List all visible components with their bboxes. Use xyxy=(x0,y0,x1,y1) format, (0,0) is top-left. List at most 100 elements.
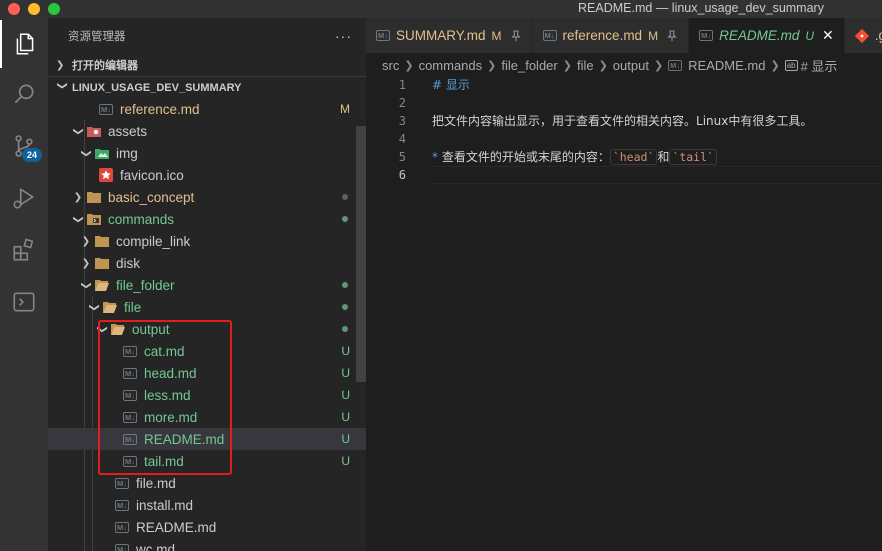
tree-item-file[interactable]: ❯ file xyxy=(48,296,366,318)
editor-line: 6 xyxy=(366,166,882,184)
editor-line: 5 * 查看文件的开始或末尾的内容： `head` 和 `tail` xyxy=(366,148,882,166)
close-tab-icon[interactable]: ✕ xyxy=(822,27,834,44)
tree-item-file-folder[interactable]: ❯ file_folder xyxy=(48,274,366,296)
git-status-badge: U xyxy=(341,410,350,424)
git-status-badge: U xyxy=(341,366,350,380)
line-number: 1 xyxy=(398,78,406,92)
explorer-icon[interactable] xyxy=(0,20,48,68)
commands-folder-icon xyxy=(86,212,102,226)
run-debug-icon[interactable] xyxy=(0,174,48,222)
line-number: 4 xyxy=(398,132,406,146)
source-control-badge: 24 xyxy=(22,148,42,162)
folder-icon xyxy=(86,190,102,204)
editor-line: 3 把文件内容输出显示，用于查看文件的相关内容。Linux中有很多工具。 xyxy=(366,112,882,130)
tab-readme-md[interactable]: M↓ README.md U ✕ xyxy=(689,18,845,53)
editor-area[interactable]: 1 # 显示 2 3 把文件内容输出显示，用于查看文件的相关内容。Linux中有… xyxy=(366,76,882,551)
line-number: 5 xyxy=(398,150,406,164)
breadcrumb-item[interactable]: src xyxy=(382,58,399,73)
untracked-dot xyxy=(342,282,348,288)
tree-item-file-md[interactable]: M↓ file.md xyxy=(48,472,366,494)
chevron-right-icon: ❯ xyxy=(404,59,414,72)
git-status-badge: U xyxy=(805,28,815,43)
markdown-list-item: * 查看文件的开始或末尾的内容： `head` 和 `tail` xyxy=(432,148,717,166)
chevron-right-icon: ❯ xyxy=(562,59,572,72)
tree-item-commands[interactable]: ❯ commands xyxy=(48,208,366,230)
chevron-down-icon: ❯ xyxy=(80,280,92,290)
chevron-right-icon: ❯ xyxy=(487,59,497,72)
untracked-dot xyxy=(342,216,348,222)
explorer-header: 资源管理器 ··· xyxy=(48,18,366,54)
window-title: README.md — linux_usage_dev_summary xyxy=(578,1,824,15)
image-folder-icon xyxy=(94,146,110,160)
tree-item-basic-concept[interactable]: ❯ basic_concept xyxy=(48,186,366,208)
line-number: 2 xyxy=(398,96,406,110)
source-control-icon[interactable]: 24 xyxy=(0,122,48,170)
line-number: 6 xyxy=(398,168,406,182)
git-status-badge: M xyxy=(340,102,350,116)
tab-summary-md[interactable]: M↓ SUMMARY.md M xyxy=(366,18,533,53)
terminal-icon[interactable] xyxy=(0,278,48,326)
git-status-badge: U xyxy=(341,388,350,402)
editor-line: 4 xyxy=(366,130,882,148)
tab-gitignore[interactable]: .g xyxy=(844,18,882,53)
markdown-file-icon: M↓ xyxy=(115,521,129,533)
git-icon xyxy=(854,28,869,43)
breadcrumb-item[interactable]: file_folder xyxy=(501,58,557,73)
markdown-file-icon: M↓ xyxy=(115,477,129,489)
search-icon[interactable] xyxy=(0,70,48,118)
markdown-file-icon: M↓ xyxy=(376,30,390,41)
git-status-badge: U xyxy=(341,432,350,446)
untracked-dot xyxy=(342,304,348,310)
chevron-right-icon: ❯ xyxy=(56,59,65,71)
markdown-file-icon: M↓ xyxy=(542,30,557,41)
open-editors-section[interactable]: ❯ 打开的编辑器 xyxy=(48,54,366,76)
tree-item-compile-link[interactable]: ❯ compile_link xyxy=(48,230,366,252)
line-number: 3 xyxy=(398,114,406,128)
chevron-down-icon: ❯ xyxy=(72,214,84,224)
more-actions-icon[interactable]: ··· xyxy=(335,28,352,44)
modified-dot xyxy=(342,194,348,200)
git-status-badge: M xyxy=(648,28,659,43)
markdown-heading: # 显示 xyxy=(432,78,470,92)
markdown-file-icon: M↓ xyxy=(99,103,113,115)
breadcrumb-item[interactable]: README.md xyxy=(688,58,765,73)
tree-item-favicon[interactable]: favicon.ico xyxy=(48,164,366,186)
breadcrumb-item[interactable]: commands xyxy=(419,58,483,73)
extensions-icon[interactable] xyxy=(0,226,48,274)
tree-item-reference-md[interactable]: M↓ reference.md M xyxy=(48,98,366,120)
symbol-string-icon: ab xyxy=(784,59,798,71)
chevron-right-icon: ❯ xyxy=(598,59,608,72)
workspace-section[interactable]: ❯ LINUX_USAGE_DEV_SUMMARY xyxy=(48,76,366,98)
open-editors-label: 打开的编辑器 xyxy=(72,60,138,72)
tree-item-install-md[interactable]: M↓ install.md xyxy=(48,494,366,516)
chevron-right-icon: ❯ xyxy=(73,191,83,203)
chevron-right-icon: ❯ xyxy=(81,257,91,269)
tree-item-disk[interactable]: ❯ disk xyxy=(48,252,366,274)
markdown-file-icon: M↓ xyxy=(114,542,130,551)
explorer-title: 资源管理器 xyxy=(68,31,126,43)
chevron-down-icon: ❯ xyxy=(56,81,68,90)
tree-item-assets[interactable]: ❯ assets xyxy=(48,120,366,142)
breadcrumb-item[interactable]: output xyxy=(613,58,649,73)
sidebar-scrollbar[interactable] xyxy=(356,126,366,382)
git-status-badge: M xyxy=(491,28,502,43)
git-status-badge: U xyxy=(341,454,350,468)
breadcrumb-item[interactable]: # 显示 xyxy=(801,56,838,75)
tree-item-readme-md[interactable]: M↓ README.md xyxy=(48,516,366,538)
tree-item-wc-md[interactable]: M↓ wc.md xyxy=(48,538,366,551)
tab-reference-md[interactable]: M↓ reference.md M xyxy=(532,18,690,53)
folder-open-icon xyxy=(94,278,110,292)
breadcrumb: src ❯ commands ❯ file_folder ❯ file ❯ ou… xyxy=(366,53,882,77)
title-bar: README.md — linux_usage_dev_summary xyxy=(0,0,882,18)
chevron-right-icon: ❯ xyxy=(770,59,780,72)
pin-icon[interactable] xyxy=(510,30,522,42)
assets-folder-icon xyxy=(86,124,102,138)
editor-tab-bar: M↓ SUMMARY.md M M↓ reference.md M M↓ REA… xyxy=(366,18,882,53)
editor-line: 2 xyxy=(366,94,882,112)
breadcrumb-item[interactable]: file xyxy=(577,58,594,73)
tree-item-img[interactable]: ❯ img xyxy=(48,142,366,164)
workspace-label: LINUX_USAGE_DEV_SUMMARY xyxy=(72,81,242,94)
markdown-paragraph: 把文件内容输出显示，用于查看文件的相关内容。Linux中有很多工具。 xyxy=(432,114,813,128)
markdown-file-icon: M↓ xyxy=(699,30,714,41)
pin-icon[interactable] xyxy=(666,30,678,42)
